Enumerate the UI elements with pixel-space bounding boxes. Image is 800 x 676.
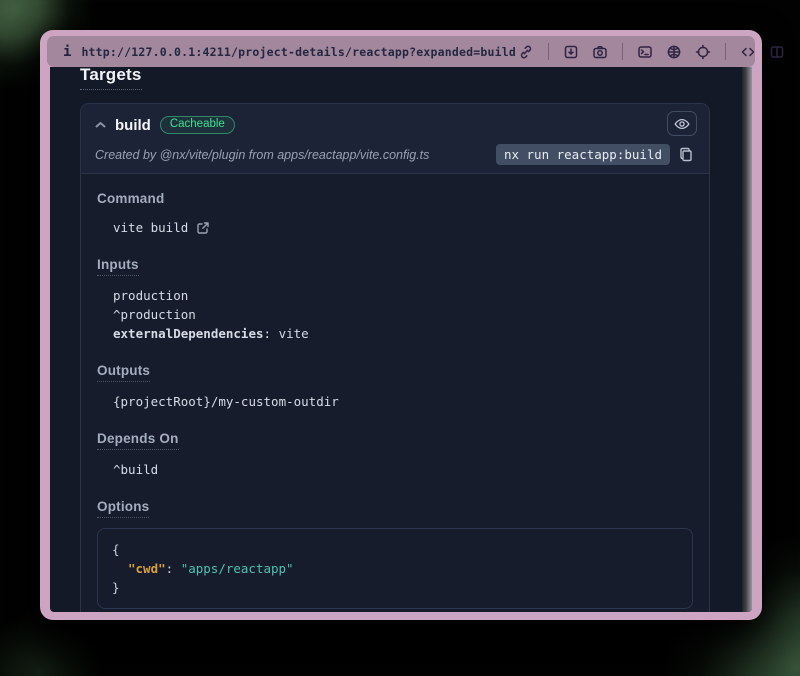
outputs-section: Outputs {projectRoot}/my-custom-outdir bbox=[97, 362, 693, 411]
code-line: } bbox=[112, 578, 678, 597]
input-item: ^production bbox=[113, 305, 693, 324]
depends-on-section: Depends On ^build bbox=[97, 430, 693, 479]
command-heading: Command bbox=[97, 191, 164, 206]
crosshair-icon[interactable] bbox=[693, 42, 713, 62]
outputs-heading[interactable]: Outputs bbox=[97, 363, 150, 382]
scrollbar[interactable] bbox=[742, 67, 752, 612]
info-icon: i bbox=[63, 44, 71, 60]
url-text[interactable]: http://127.0.0.1:4211/project-details/re… bbox=[81, 45, 516, 59]
command-value: vite build bbox=[113, 218, 188, 237]
terminal-icon[interactable] bbox=[635, 42, 655, 62]
cacheable-badge: Cacheable bbox=[160, 116, 235, 135]
input-item: production bbox=[113, 286, 693, 305]
toolbar-separator bbox=[725, 43, 726, 60]
toolbar-actions bbox=[516, 42, 787, 62]
toolbar-separator bbox=[548, 43, 549, 60]
output-item: {projectRoot}/my-custom-outdir bbox=[113, 392, 693, 411]
link-icon[interactable] bbox=[516, 42, 536, 62]
depends-on-heading[interactable]: Depends On bbox=[97, 431, 179, 450]
options-section: Options { "cwd": "apps/reactapp" } bbox=[97, 498, 693, 609]
build-header-subrow: Created by @nx/vite/plugin from apps/rea… bbox=[95, 144, 695, 165]
download-icon[interactable] bbox=[561, 42, 581, 62]
code-line: "cwd": "apps/reactapp" bbox=[112, 559, 678, 578]
page-viewport: Targets build Cacheable C bbox=[50, 67, 752, 612]
build-header-row: build Cacheable bbox=[95, 113, 695, 137]
inputs-section: Inputs production ^production externalDe… bbox=[97, 256, 693, 343]
code-icon[interactable] bbox=[738, 42, 758, 62]
depends-on-item: ^build bbox=[113, 460, 693, 479]
json-colon: : bbox=[166, 561, 181, 576]
input-dep-value: : vite bbox=[264, 326, 309, 341]
camera-icon[interactable] bbox=[590, 42, 610, 62]
target-card-build: build Cacheable Created by @nx/vite/plug… bbox=[80, 103, 710, 612]
options-code-block: { "cwd": "apps/reactapp" } bbox=[97, 528, 693, 609]
eye-icon bbox=[674, 117, 690, 131]
input-dep-key: externalDependencies bbox=[113, 326, 264, 341]
toolbar-separator bbox=[622, 43, 623, 60]
panel-split-icon[interactable] bbox=[767, 42, 787, 62]
json-key: "cwd" bbox=[128, 561, 166, 576]
page-title: Targets bbox=[80, 67, 142, 90]
json-value: "apps/reactapp" bbox=[181, 561, 294, 576]
build-card-header[interactable]: build Cacheable Created by @nx/vite/plug… bbox=[81, 104, 709, 173]
created-by-text: Created by @nx/vite/plugin from apps/rea… bbox=[95, 148, 429, 162]
build-card-body: Command vite build Inputs bbox=[81, 173, 709, 612]
run-command-chip[interactable]: nx run reactapp:build bbox=[496, 144, 670, 165]
target-name: build bbox=[115, 117, 151, 134]
browser-window: i http://127.0.0.1:4211/project-details/… bbox=[40, 30, 762, 620]
command-section: Command vite build bbox=[97, 190, 693, 237]
options-heading[interactable]: Options bbox=[97, 499, 149, 518]
inputs-heading[interactable]: Inputs bbox=[97, 257, 139, 276]
input-item: externalDependencies: vite bbox=[113, 324, 693, 343]
chevron-up-icon[interactable] bbox=[95, 121, 106, 129]
browser-toolbar: i http://127.0.0.1:4211/project-details/… bbox=[47, 36, 755, 67]
code-line: { bbox=[112, 540, 678, 559]
globe-icon[interactable] bbox=[664, 42, 684, 62]
view-graph-button[interactable] bbox=[667, 111, 697, 136]
copy-icon[interactable] bbox=[679, 147, 693, 162]
external-link-icon[interactable] bbox=[196, 221, 210, 235]
project-details-content: Targets build Cacheable C bbox=[80, 67, 710, 612]
